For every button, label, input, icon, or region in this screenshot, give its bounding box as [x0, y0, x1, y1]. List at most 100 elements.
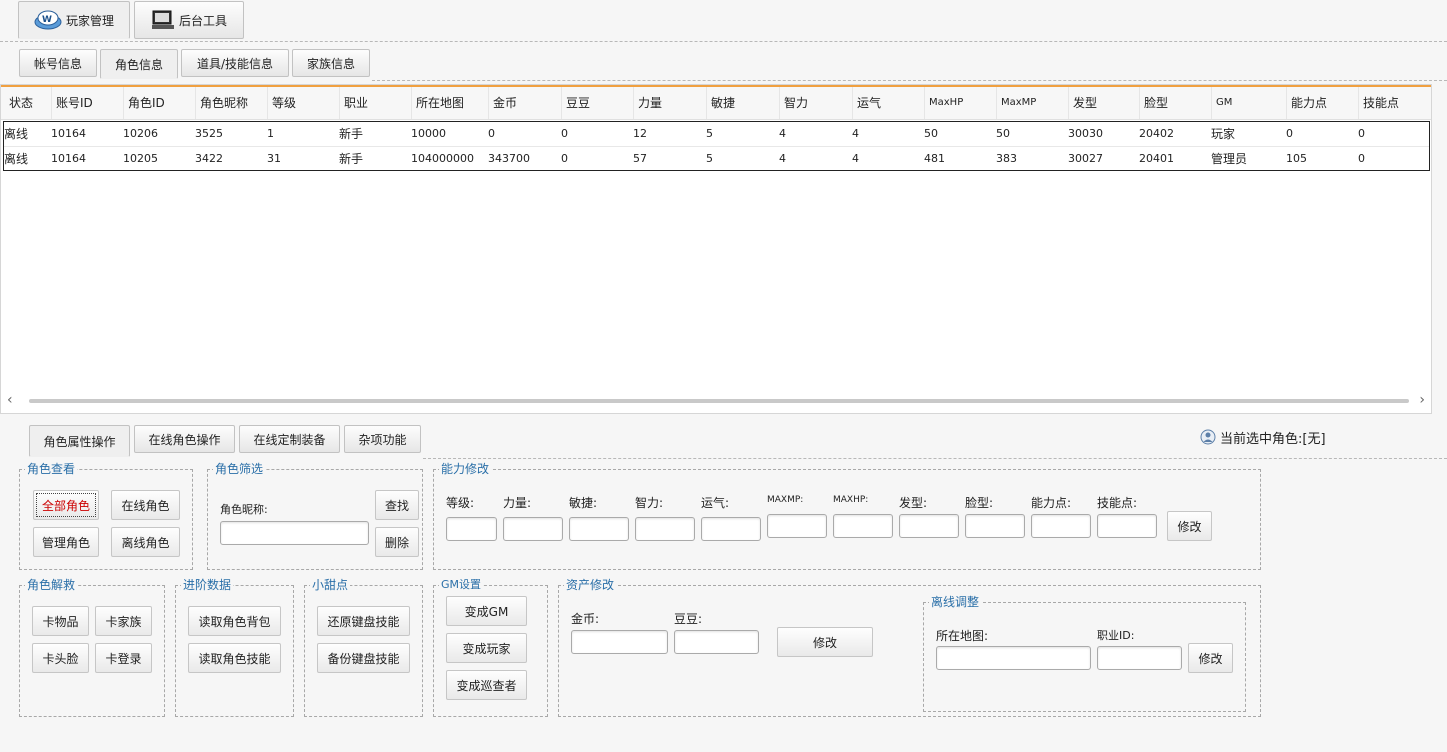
delete-button[interactable]: 删除 [375, 527, 419, 557]
col-header[interactable]: 脸型 [1139, 87, 1211, 119]
col-header[interactable]: 敏捷 [706, 87, 779, 119]
tab-online-role-ops-label: 在线角色操作 [148, 432, 221, 447]
make-inspector-button[interactable]: 变成巡查者 [446, 670, 527, 700]
col-header[interactable]: 状态 [5, 87, 51, 119]
col-header[interactable]: 能力点 [1286, 87, 1358, 119]
cell-ap: 0 [1286, 127, 1293, 140]
col-header[interactable]: 技能点 [1358, 87, 1430, 119]
tab-item-skill-info[interactable]: 道具/技能信息 [181, 49, 289, 77]
restore-keymap-button[interactable]: 还原键盘技能 [317, 606, 410, 636]
cell-nickname: 3525 [195, 127, 223, 140]
make-gm-button[interactable]: 变成GM [446, 596, 527, 626]
all-roles-button[interactable]: 全部角色 [33, 490, 99, 520]
gold-input[interactable] [571, 630, 668, 654]
col-header[interactable]: 角色ID [123, 87, 195, 119]
backup-keymap-button[interactable]: 备份键盘技能 [317, 643, 410, 673]
tab-backend-tools[interactable]: 后台工具 [134, 1, 244, 39]
assets-modify-button[interactable]: 修改 [777, 627, 873, 657]
stuck-login-button[interactable]: 卡登录 [95, 643, 152, 673]
scrollbar-thumb[interactable] [29, 399, 1409, 403]
job-id-input[interactable] [1097, 646, 1182, 670]
map-label: 所在地图: [936, 629, 989, 643]
search-button[interactable]: 查找 [375, 490, 419, 520]
cell-gold: 0 [488, 127, 495, 140]
level-input[interactable] [446, 517, 497, 541]
int-input[interactable] [635, 517, 695, 541]
scroll-left-icon[interactable]: ‹ [7, 393, 13, 407]
cell-hair: 30027 [1068, 152, 1103, 165]
cell-int: 4 [779, 127, 786, 140]
table-row[interactable]: 离线 10164 10206 3525 1 新手 10000 0 0 12 5 … [4, 122, 1429, 146]
face-label: 脸型: [965, 496, 994, 510]
sp-input[interactable] [1097, 514, 1157, 538]
cell-job: 新手 [339, 152, 364, 166]
col-header[interactable]: 账号ID [51, 87, 123, 119]
face-input[interactable] [965, 514, 1025, 538]
read-skills-button[interactable]: 读取角色技能 [188, 643, 281, 673]
ability-modify-button[interactable]: 修改 [1167, 511, 1212, 541]
cell-dex: 5 [706, 152, 713, 165]
col-header[interactable]: 智力 [779, 87, 852, 119]
tab-family-info[interactable]: 家族信息 [292, 49, 370, 77]
read-bag-button[interactable]: 读取角色背包 [188, 606, 281, 636]
tab-online-role-ops[interactable]: 在线角色操作 [134, 425, 235, 453]
admin-roles-button[interactable]: 管理角色 [33, 527, 99, 557]
cell-role-id: 10206 [123, 127, 158, 140]
offline-modify-button[interactable]: 修改 [1188, 643, 1233, 673]
col-header[interactable]: GM [1211, 87, 1286, 119]
luk-input[interactable] [701, 517, 761, 541]
hair-input[interactable] [899, 514, 959, 538]
cell-account-id: 10164 [51, 152, 86, 165]
col-header[interactable]: 金币 [488, 87, 561, 119]
map-input[interactable] [936, 646, 1091, 670]
group-extras-title: 小甜点 [310, 578, 351, 592]
col-header[interactable]: 发型 [1068, 87, 1139, 119]
dex-input[interactable] [569, 517, 629, 541]
col-header[interactable]: 职业 [339, 87, 411, 119]
scroll-right-icon[interactable]: › [1419, 393, 1425, 407]
cell-face: 20402 [1139, 127, 1174, 140]
svg-text:W: W [42, 15, 52, 25]
player-logo-icon: W [34, 9, 62, 31]
nickname-input[interactable] [220, 521, 369, 545]
maxmp-input[interactable] [767, 514, 827, 538]
tab-misc[interactable]: 杂项功能 [344, 425, 421, 453]
col-header[interactable]: 等级 [267, 87, 339, 119]
sp-label: 技能点: [1097, 496, 1138, 510]
tab-online-custom-equip-label: 在线定制装备 [253, 432, 326, 447]
group-advanced-data-title: 进阶数据 [181, 578, 234, 592]
group-offline-adjust-title: 离线调整 [929, 595, 982, 609]
cell-beans: 0 [561, 152, 568, 165]
level-label: 等级: [446, 496, 475, 510]
col-header[interactable]: 所在地图 [411, 87, 488, 119]
horizontal-scrollbar[interactable]: ‹ › [1, 393, 1431, 407]
online-roles-button[interactable]: 在线角色 [111, 490, 180, 520]
col-header[interactable]: 豆豆 [561, 87, 633, 119]
col-header[interactable]: 运气 [852, 87, 924, 119]
col-header[interactable]: 力量 [633, 87, 706, 119]
stuck-face-button[interactable]: 卡头脸 [32, 643, 89, 673]
str-input[interactable] [503, 517, 563, 541]
table-row[interactable]: 离线 10164 10205 3422 31 新手 104000000 3437… [4, 146, 1429, 171]
tab-player-management-label: 玩家管理 [65, 13, 114, 28]
tab-role-attributes[interactable]: 角色属性操作 [29, 425, 130, 457]
col-header[interactable]: MaxMP [996, 87, 1068, 119]
cell-maxmp: 50 [996, 127, 1010, 140]
maxmp-label: MAXMP: [767, 495, 804, 505]
stuck-family-button[interactable]: 卡家族 [95, 606, 152, 636]
monitor-icon [151, 10, 175, 30]
stuck-item-button[interactable]: 卡物品 [32, 606, 89, 636]
make-player-button[interactable]: 变成玩家 [446, 633, 527, 663]
tab-player-management[interactable]: W 玩家管理 [18, 1, 130, 39]
col-header[interactable]: 角色昵称 [195, 87, 267, 119]
tab-online-custom-equip[interactable]: 在线定制装备 [239, 425, 340, 453]
offline-roles-button[interactable]: 离线角色 [111, 527, 180, 557]
ap-input[interactable] [1031, 514, 1091, 538]
beans-input[interactable] [674, 630, 759, 654]
top-divider [0, 41, 1447, 42]
maxhp-input[interactable] [833, 514, 893, 538]
tab-role-info[interactable]: 角色信息 [100, 49, 178, 79]
cell-gm: 管理员 [1211, 152, 1248, 166]
col-header[interactable]: MaxHP [924, 87, 996, 119]
tab-account-info[interactable]: 帐号信息 [19, 49, 97, 77]
